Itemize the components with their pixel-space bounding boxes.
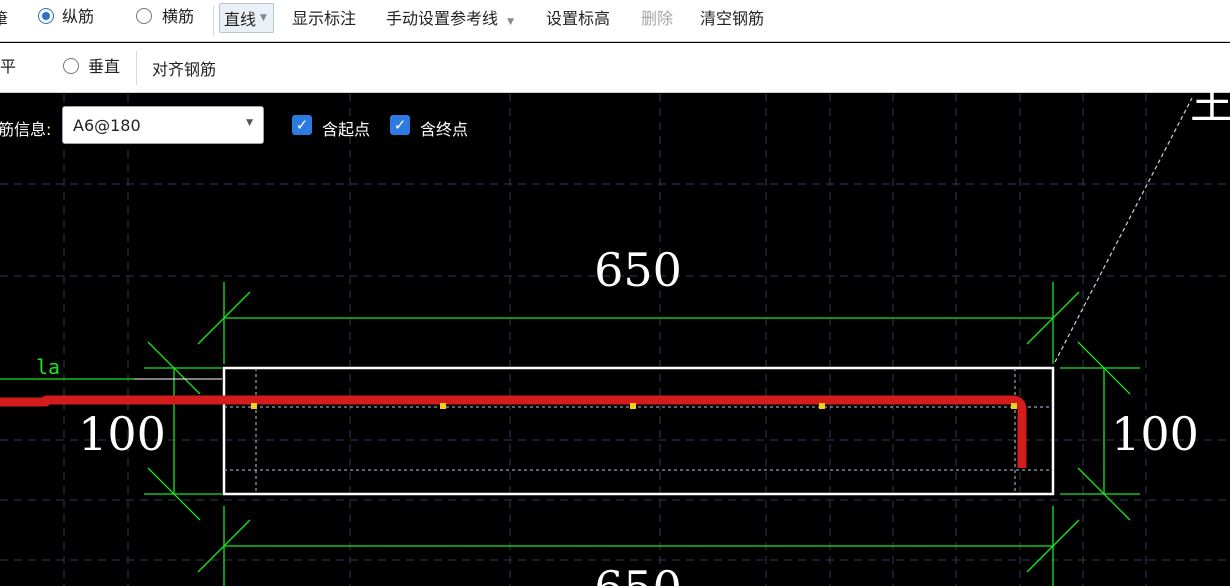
leader-line: [1054, 97, 1193, 363]
include-start-label[interactable]: 含起点: [322, 116, 370, 140]
dropdown-arrow-icon: ▼: [246, 118, 253, 128]
include-end-checkbox[interactable]: ✓: [390, 115, 410, 135]
dim-top-label: 650: [594, 243, 682, 297]
dimension-lines: [0, 282, 1140, 586]
include-start-checkbox[interactable]: ✓: [292, 115, 312, 135]
corner-glyph: 王: [1190, 78, 1230, 129]
section-outline[interactable]: [222, 366, 1055, 496]
grid-lines: [0, 94, 1230, 586]
rebar-info-label: 筋信息:: [0, 120, 52, 139]
drawing-canvas[interactable]: 650 100 100 650 la 王: [0, 0, 1230, 586]
dim-bottom-label: 650: [594, 561, 682, 586]
rebar-info-select[interactable]: A6@180 ▼: [62, 106, 264, 144]
dim-left-label: 100: [78, 407, 166, 461]
dim-right-label: 100: [1111, 407, 1199, 461]
guide-lines: [224, 368, 1053, 494]
include-end-label[interactable]: 含终点: [420, 116, 468, 140]
anchor-label: la: [36, 355, 60, 379]
rebar-info-value: A6@180: [73, 115, 141, 135]
